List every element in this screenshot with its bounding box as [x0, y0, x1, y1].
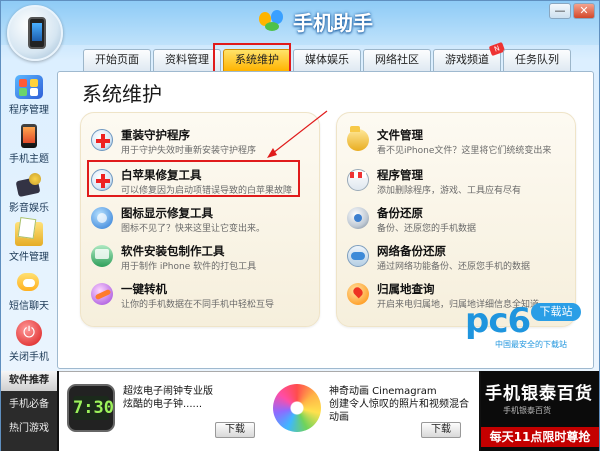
feature-one-click-transfer[interactable]: 一键转机 让你的手机数据在不同手机中轻松互导: [87, 281, 313, 313]
ad-banner[interactable]: 手机银泰百货 手机银泰百货 每天11点限时尊抢: [481, 371, 599, 451]
watermark-badge: 下载站: [531, 303, 581, 321]
alarm-clock-icon[interactable]: 7:30: [67, 384, 115, 432]
clock-time: 7:30: [73, 396, 114, 420]
tab-media[interactable]: 媒体娱乐: [293, 49, 361, 71]
sidebar-item-label: 影音娱乐: [9, 203, 49, 214]
close-button[interactable]: ✕: [573, 3, 595, 19]
ad-title: 手机银泰百货: [485, 384, 593, 404]
feature-desc: 备份、还原您的手机数据: [377, 224, 477, 234]
page-title: 系统维护: [82, 82, 162, 106]
tab-must-have[interactable]: 手机必备: [1, 395, 57, 415]
app-desc: 创建令人惊叹的照片和视频混合动画: [329, 399, 469, 423]
feature-icon-display-fix[interactable]: 图标显示修复工具 图标不见了？快来这里让它变出来。: [87, 205, 313, 237]
sidebar-item-label: 手机主题: [9, 154, 49, 165]
feature-backup-restore[interactable]: 备份还原 备份、还原您的手机数据: [343, 205, 569, 237]
feature-package-maker[interactable]: 软件安装包制作工具 用于制作 iPhone 软件的打包工具: [87, 243, 313, 275]
app-name: 超炫电子闹钟专业版: [123, 386, 213, 397]
sidebar-item-label: 关闭手机: [9, 352, 49, 363]
top-tabs: 开始页面 资料管理 系统维护 媒体娱乐 网络社区 游戏频道 N 任务队列: [83, 41, 573, 71]
package-icon: [91, 245, 113, 267]
medical-cross-icon: [91, 129, 113, 151]
sidebar-item-label: 短信聊天: [9, 301, 49, 312]
tab-task-queue[interactable]: 任务队列: [503, 49, 571, 71]
sidebar-item-programs[interactable]: 程序管理: [4, 71, 54, 120]
left-sidebar: 程序管理 手机主题 影音娱乐 文件管理 短信聊天 关闭手机: [4, 71, 54, 371]
sidebar-item-sms[interactable]: 短信聊天: [4, 267, 54, 316]
highlight-box-feature: [87, 160, 300, 197]
file-icon: [15, 222, 43, 246]
feature-reinstall-daemon[interactable]: 重装守护程序 用于守护失效时重新安装守护程序: [87, 127, 313, 159]
feature-desc: 用于守护失效时重新安装守护程序: [121, 146, 257, 156]
sms-icon: [15, 271, 43, 295]
tab-software-recommend[interactable]: 软件推荐: [1, 371, 57, 391]
download-button[interactable]: 下载: [215, 422, 255, 438]
store-icon: [347, 169, 369, 191]
ad-subtitle: 手机银泰百货: [503, 406, 551, 415]
app-window: 手机助手 — ✕ 开始页面 资料管理 系统维护 媒体娱乐 网络社区 游戏频道 N …: [0, 0, 600, 451]
window-controls: — ✕: [549, 3, 595, 19]
sidebar-item-files[interactable]: 文件管理: [4, 218, 54, 267]
feature-program-manager[interactable]: 程序管理 添加删除程序，游戏、工具应有尽有: [343, 167, 569, 199]
feature-title: 重装守护程序: [121, 128, 190, 142]
minimize-button[interactable]: —: [549, 3, 571, 19]
theme-icon: [21, 124, 37, 148]
sidebar-item-label: 文件管理: [9, 252, 49, 263]
feature-desc: 通过网络功能备份、还原您手机的数据: [377, 262, 531, 272]
feature-file-manager[interactable]: 文件管理 看不见iPhone文件？这里将它们统统变出来: [343, 126, 569, 159]
transfer-icon: [91, 283, 113, 305]
butterfly-logo-icon: [259, 10, 287, 32]
app-title: 手机助手: [259, 7, 373, 35]
power-icon: [16, 320, 42, 346]
disk-icon: [347, 207, 369, 229]
cloud-icon: [347, 245, 369, 267]
feature-network-backup[interactable]: 网络备份还原 通过网络功能备份、还原您手机的数据: [343, 243, 569, 275]
feature-title: 备份还原: [377, 206, 423, 220]
tab-games-label: 游戏频道: [445, 53, 489, 66]
folder-icon: [347, 126, 369, 151]
download-button[interactable]: 下载: [421, 422, 461, 438]
app-title-text: 手机助手: [293, 10, 373, 35]
sidebar-item-themes[interactable]: 手机主题: [4, 120, 54, 169]
tab-games[interactable]: 游戏频道 N: [433, 41, 506, 71]
phone-logo-icon[interactable]: [7, 5, 63, 61]
tools-card-left: 重装守护程序 用于守护失效时重新安装守护程序 白苹果修复工具 可以修复因为启动项…: [80, 112, 320, 327]
tab-community[interactable]: 网络社区: [363, 49, 431, 71]
feature-desc: 用于制作 iPhone 软件的打包工具: [121, 262, 257, 272]
feature-desc: 看不见iPhone文件？这里将它们统统变出来: [377, 146, 552, 156]
video-icon: [15, 173, 43, 197]
watermark-logo: pc6: [465, 301, 531, 341]
feature-desc: 图标不见了？快来这里让它变出来。: [121, 224, 266, 234]
feature-title: 文件管理: [377, 128, 423, 142]
recommend-panel: 7:30 超炫电子闹钟专业版 炫酷的电子钟...... 下载 神奇动画 Cine…: [59, 371, 479, 451]
recommend-app: 7:30 超炫电子闹钟专业版 炫酷的电子钟...... 下载: [67, 380, 272, 444]
feature-desc: 让你的手机数据在不同手机中轻松互导: [121, 300, 275, 310]
feature-desc: 添加删除程序，游戏、工具应有尽有: [377, 186, 522, 196]
tab-home[interactable]: 开始页面: [83, 49, 151, 71]
sidebar-item-media[interactable]: 影音娱乐: [4, 169, 54, 218]
ad-tagline: 每天11点限时尊抢: [481, 427, 599, 447]
recommend-bar: 软件推荐 手机必备 热门游戏 7:30 超炫电子闹钟专业版 炫酷的电子钟....…: [1, 371, 599, 451]
feature-title: 软件安装包制作工具: [121, 244, 225, 258]
tab-hot-games[interactable]: 热门游戏: [1, 419, 57, 439]
title-bar: 手机助手 — ✕: [1, 1, 599, 45]
feature-title: 图标显示修复工具: [121, 206, 213, 220]
sidebar-item-label: 程序管理: [9, 105, 49, 116]
watermark: pc6 下载站 中国最安全的下载站: [465, 301, 589, 357]
refresh-icon: [91, 207, 113, 229]
pinwheel-icon[interactable]: [273, 384, 321, 432]
recommend-app: 神奇动画 Cinemagram 创建令人惊叹的照片和视频混合动画 下载: [273, 380, 478, 444]
feature-title: 网络备份还原: [377, 244, 446, 258]
app-desc: 炫酷的电子钟......: [123, 399, 203, 410]
feature-title: 一键转机: [121, 282, 167, 296]
feature-title: 程序管理: [377, 168, 423, 182]
tools-card-right: 文件管理 看不见iPhone文件？这里将它们统统变出来 程序管理 添加删除程序，…: [336, 112, 576, 327]
watermark-subtitle: 中国最安全的下载站: [495, 340, 567, 349]
app-name: 神奇动画 Cinemagram: [329, 386, 437, 397]
program-icon: [15, 75, 43, 99]
sidebar-item-power[interactable]: 关闭手机: [4, 316, 54, 365]
recommend-sidebar: 软件推荐 手机必备 热门游戏: [1, 371, 57, 451]
location-icon: [347, 283, 369, 305]
tab-data-management[interactable]: 资料管理: [153, 49, 221, 71]
feature-title: 归属地查询: [377, 282, 435, 296]
